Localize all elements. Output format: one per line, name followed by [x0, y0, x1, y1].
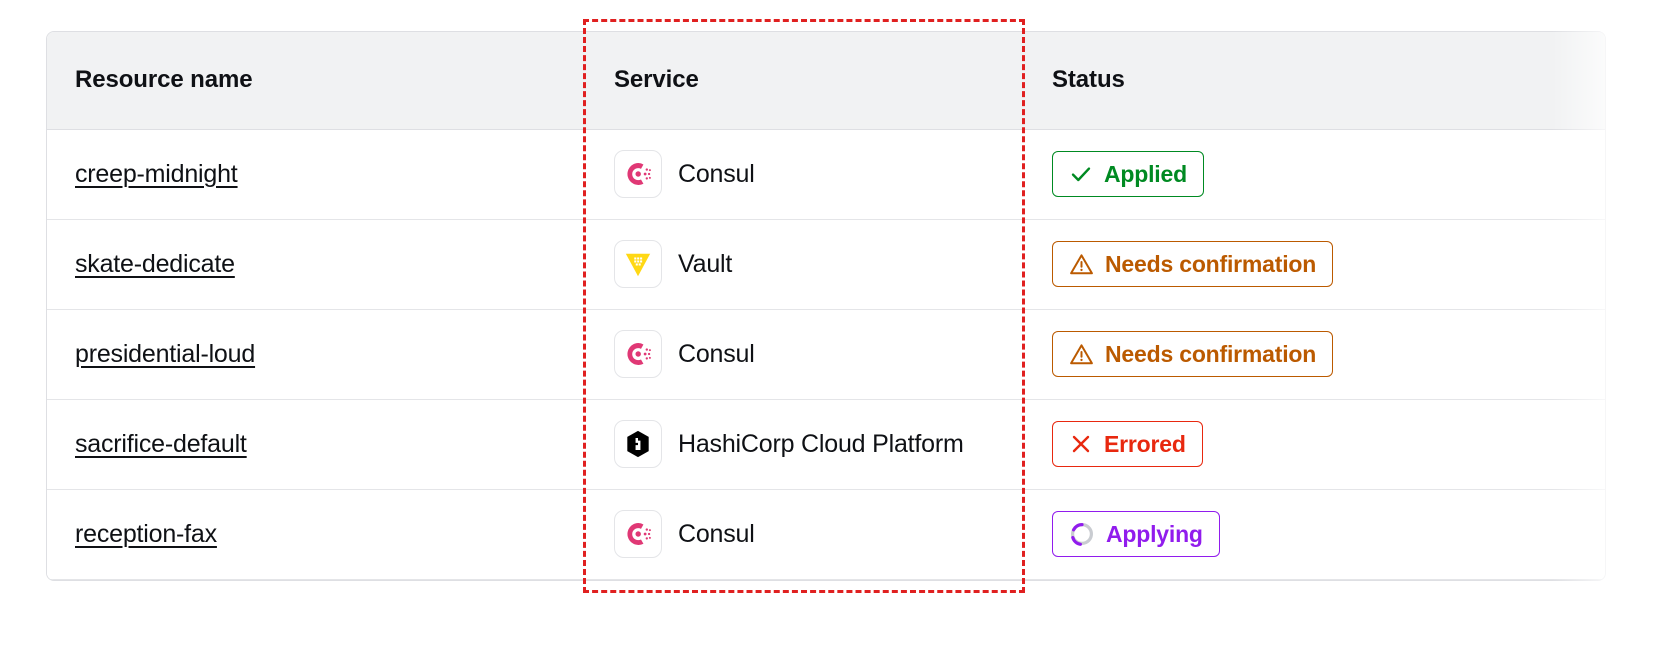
- service-icon-tile: [614, 420, 662, 468]
- cell-status: Needs confirmation: [1024, 309, 1444, 400]
- service-cell: HashiCorp Cloud Platform: [614, 420, 1024, 468]
- cell-spacer: [1444, 399, 1605, 490]
- x-icon: [1072, 435, 1090, 453]
- cell-resource-name: reception-fax: [47, 489, 586, 580]
- vault-logo-icon: [625, 253, 651, 277]
- service-label: Consul: [678, 159, 755, 188]
- table-row: skate-dedicate Vault Needs confirmation: [47, 219, 1605, 310]
- column-header-service[interactable]: Service: [586, 32, 1024, 130]
- service-label: Consul: [678, 339, 755, 368]
- status-badge-label: Applied: [1104, 160, 1187, 187]
- status-badge: Needs confirmation: [1052, 331, 1334, 377]
- cell-spacer: [1444, 129, 1605, 220]
- cell-status: Errored: [1024, 399, 1444, 490]
- cell-service: Vault: [586, 219, 1024, 310]
- consul-logo-icon: [627, 343, 651, 365]
- status-badge: Needs confirmation: [1052, 241, 1334, 287]
- status-badge-label: Needs confirmation: [1105, 250, 1317, 277]
- status-badge-label: Applying: [1106, 520, 1203, 547]
- cell-resource-name: skate-dedicate: [47, 219, 586, 310]
- service-label: Vault: [678, 249, 733, 278]
- resource-name-link[interactable]: creep-midnight: [75, 160, 238, 188]
- cell-service: Consul: [586, 129, 1024, 220]
- screenshot-root: Resource name Service Status creep-midni…: [0, 0, 1672, 652]
- cell-service: Consul: [586, 309, 1024, 400]
- consul-logo-icon: [627, 523, 651, 545]
- status-badge: Applying: [1052, 511, 1220, 557]
- cell-spacer: [1444, 219, 1605, 310]
- service-cell: Consul: [614, 150, 1024, 198]
- service-icon-tile: [614, 240, 662, 288]
- resource-name-link[interactable]: sacrifice-default: [75, 430, 247, 458]
- table-row: presidential-loud Consul Needs confirmatio…: [47, 309, 1605, 400]
- table-row: creep-midnight Consul Applied: [47, 129, 1605, 220]
- resources-table-container: Resource name Service Status creep-midni…: [46, 31, 1606, 652]
- consul-logo-icon: [627, 163, 651, 185]
- table-header: Resource name Service Status: [47, 32, 1605, 130]
- cell-resource-name: creep-midnight: [47, 129, 586, 220]
- loading-spinner-icon: [1071, 523, 1093, 546]
- service-cell: Consul: [614, 330, 1024, 378]
- resource-name-link[interactable]: presidential-loud: [75, 340, 255, 368]
- table-row: reception-fax Consul Applying: [47, 489, 1605, 580]
- resources-table-card: Resource name Service Status creep-midni…: [46, 31, 1606, 581]
- cell-resource-name: presidential-loud: [47, 309, 586, 400]
- table-body: creep-midnight Consul Applied skate-dedicat…: [47, 129, 1605, 580]
- service-icon-tile: [614, 330, 662, 378]
- warning-triangle-icon: [1070, 253, 1093, 274]
- service-icon-tile: [614, 510, 662, 558]
- service-icon-tile: [614, 150, 662, 198]
- service-label: Consul: [678, 519, 755, 548]
- cell-status: Applying: [1024, 489, 1444, 580]
- table-row: sacrifice-default HashiCorp Cloud Platfor…: [47, 399, 1605, 490]
- cell-status: Applied: [1024, 129, 1444, 220]
- service-label: HashiCorp Cloud Platform: [678, 429, 964, 458]
- column-header-status[interactable]: Status: [1024, 32, 1444, 130]
- status-badge-label: Needs confirmation: [1105, 340, 1317, 367]
- cell-status: Needs confirmation: [1024, 219, 1444, 310]
- resource-name-link[interactable]: reception-fax: [75, 520, 217, 548]
- column-header-spacer: [1444, 32, 1605, 130]
- hashicorp-logo-icon: [627, 430, 649, 458]
- resources-table: Resource name Service Status creep-midni…: [47, 32, 1605, 580]
- warning-triangle-icon: [1070, 343, 1093, 364]
- cell-resource-name: sacrifice-default: [47, 399, 586, 490]
- cell-service: HashiCorp Cloud Platform: [586, 399, 1024, 490]
- cell-service: Consul: [586, 489, 1024, 580]
- cell-spacer: [1444, 309, 1605, 400]
- resource-name-link[interactable]: skate-dedicate: [75, 250, 235, 278]
- column-header-resource-name[interactable]: Resource name: [47, 32, 586, 130]
- status-badge: Errored: [1052, 421, 1203, 467]
- check-icon: [1071, 167, 1091, 182]
- status-badge-label: Errored: [1104, 430, 1186, 457]
- table-header-row: Resource name Service Status: [47, 32, 1605, 130]
- cell-spacer: [1444, 489, 1605, 580]
- service-cell: Vault: [614, 240, 1024, 288]
- status-badge: Applied: [1052, 151, 1204, 197]
- service-cell: Consul: [614, 510, 1024, 558]
